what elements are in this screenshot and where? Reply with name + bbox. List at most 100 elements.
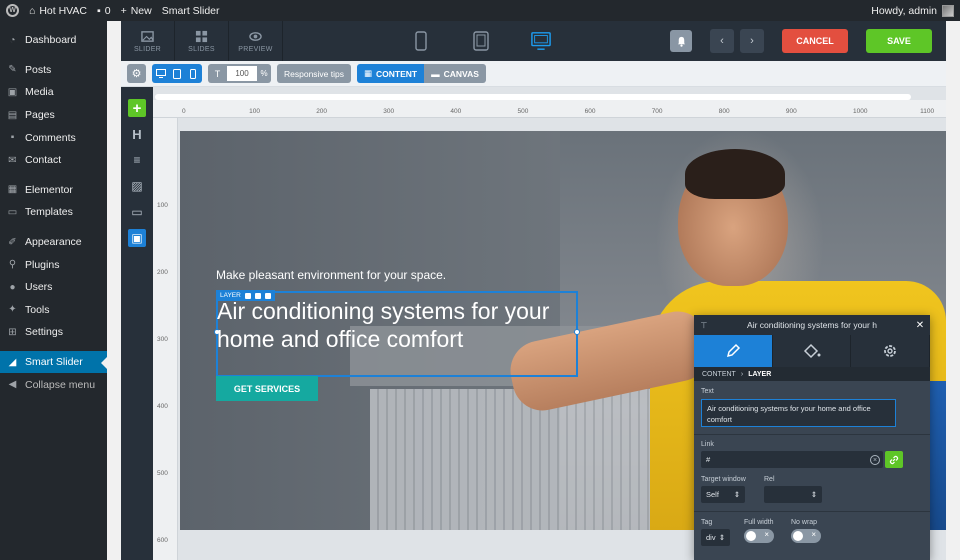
link-field-label: Link: [701, 441, 714, 448]
sidebar-item-templates[interactable]: ▭ Templates: [0, 201, 107, 224]
ruler-tick-label: 600: [157, 537, 168, 544]
sidebar-collapse-menu[interactable]: ◀ Collapse menu: [0, 373, 107, 396]
slides-tool-button[interactable]: SLIDES: [175, 21, 229, 61]
add-layer-button[interactable]: +: [128, 99, 146, 117]
zoom-control: T 100 %: [208, 64, 271, 83]
notifications-button[interactable]: [670, 30, 692, 52]
sidebar-item-elementor[interactable]: ▦ Elementor: [0, 179, 107, 202]
sidebar-item-smart-slider[interactable]: ◢ Smart Slider: [0, 350, 107, 374]
tab-content[interactable]: [694, 335, 773, 367]
no-wrap-toggle[interactable]: ×: [791, 529, 821, 543]
cancel-button[interactable]: CANCEL: [782, 29, 848, 53]
next-slide-button[interactable]: ›: [740, 29, 764, 53]
desktop-icon: [531, 32, 551, 50]
canvas-mode-button[interactable]: ▬ CANVAS: [424, 64, 486, 83]
site-name-link[interactable]: ⌂ Hot HVAC: [29, 0, 87, 21]
slide-heading[interactable]: Air conditioning systems for your home a…: [217, 297, 577, 353]
wp-admin-bar: W ⌂ Hot HVAC ▪ 0 + New Smart Slider Howd…: [0, 0, 960, 21]
ruler-tick-label: 800: [718, 108, 730, 115]
sidebar-item-tools[interactable]: ✦ Tools: [0, 299, 107, 322]
preview-mobile-button[interactable]: [188, 68, 198, 80]
breadcrumb: CONTENT › LAYER: [694, 367, 930, 381]
rel-label: Rel: [764, 476, 775, 483]
get-services-button[interactable]: GET SERVICES: [216, 376, 318, 401]
clear-icon[interactable]: ×: [870, 455, 880, 465]
slide-subtitle[interactable]: Make pleasant environment for your space…: [216, 268, 446, 282]
chevron-right-icon: ›: [740, 370, 744, 378]
tab-style[interactable]: [772, 335, 852, 367]
sidebar-item-comments[interactable]: ▪ Comments: [0, 126, 107, 149]
media-icon: ▣: [7, 86, 18, 98]
sidebar-item-settings[interactable]: ⊞ Settings: [0, 321, 107, 344]
desktop-icon: [156, 69, 166, 78]
gear-icon: [884, 345, 897, 357]
sidebar-item-pages[interactable]: ▤ Pages: [0, 104, 107, 127]
content-mode-button[interactable]: ▦ CONTENT: [357, 64, 425, 83]
sidebar-item-appearance[interactable]: ✐ Appearance: [0, 231, 107, 254]
ruler-tick-label: 600: [584, 108, 596, 115]
full-width-toggle[interactable]: ×: [744, 529, 774, 543]
device-mobile-button[interactable]: [411, 30, 431, 52]
tablet-icon: [473, 31, 489, 51]
preview-tool-button[interactable]: PREVIEW: [229, 21, 283, 61]
preview-tablet-button[interactable]: [172, 68, 182, 80]
ruler-tick-label: 200: [157, 269, 168, 276]
device-tablet-button[interactable]: [471, 30, 491, 52]
comments-link[interactable]: ▪ 0: [97, 0, 111, 21]
add-heading-button[interactable]: H: [128, 125, 146, 143]
ruler-tick-label: 0: [182, 108, 186, 115]
x-icon: ×: [764, 530, 769, 539]
previous-slide-button[interactable]: ‹: [710, 29, 734, 53]
slider-icon: ◢: [8, 356, 17, 368]
paint-bucket-icon: [803, 343, 820, 359]
sidebar-item-media[interactable]: ▣ Media: [0, 81, 107, 104]
text-textarea[interactable]: Air conditioning systems for your home a…: [701, 399, 896, 427]
editor-sub-toolbar: ⚙ T 100 % Responsive tips ▦ CONTENT ▬ CA…: [121, 61, 946, 87]
sidebar-item-contact[interactable]: ✉ Contact: [0, 149, 107, 172]
close-icon[interactable]: ✕: [910, 320, 930, 331]
button-icon: ▭: [131, 205, 143, 219]
mobile-icon: [190, 68, 196, 79]
add-layer-toolbar: + H ≡ ▨ ▭ ▣: [121, 87, 153, 560]
layers-structure-button[interactable]: ▣: [128, 229, 146, 247]
link-picker-button[interactable]: [885, 451, 903, 468]
preview-desktop-button[interactable]: [156, 68, 166, 80]
zoom-input[interactable]: 100: [227, 66, 257, 81]
chevron-left-icon: ‹: [720, 35, 724, 47]
image-icon: [141, 30, 154, 42]
sidebar-item-plugins[interactable]: ⚲ Plugins: [0, 253, 107, 276]
wordpress-logo-icon[interactable]: W: [6, 4, 19, 17]
add-button-layer-button[interactable]: ▭: [128, 203, 146, 221]
tag-select[interactable]: div ⇕: [701, 529, 730, 546]
slider-tool-button[interactable]: SLIDER: [121, 21, 175, 61]
add-image-button[interactable]: ▨: [128, 177, 146, 195]
tab-settings[interactable]: [851, 335, 931, 367]
new-content-link[interactable]: + New: [121, 0, 152, 21]
ruler-tick-label: 100: [249, 108, 260, 115]
ruler-tick-label: 100: [157, 202, 168, 209]
rel-select[interactable]: ⇕: [764, 486, 822, 503]
account-menu[interactable]: Howdy, admin: [871, 4, 954, 17]
add-text-button[interactable]: ≡: [128, 151, 146, 169]
target-window-select[interactable]: Self ⇕: [701, 486, 745, 503]
pages-icon: ▤: [7, 109, 18, 121]
sidebar-item-dashboard[interactable]: ◔ Dashboard: [0, 29, 107, 52]
sidebar-item-posts[interactable]: ✎ Posts: [0, 59, 107, 82]
responsive-tips-button[interactable]: Responsive tips: [277, 64, 352, 83]
smart-slider-link[interactable]: Smart Slider: [162, 0, 220, 21]
editor-actions: ‹ › CANCEL SAVE: [670, 29, 932, 53]
link-input[interactable]: #: [701, 451, 883, 468]
ruler-tick-label: 1100: [920, 108, 935, 115]
sidebar-item-users[interactable]: ● Users: [0, 276, 107, 299]
ruler-tick-label: 500: [517, 108, 529, 115]
panel-header[interactable]: ⊤ Air conditioning systems for your h ✕: [694, 315, 930, 335]
device-desktop-button[interactable]: [531, 30, 551, 52]
save-button[interactable]: SAVE: [866, 29, 932, 53]
canvas-icon: ▬: [431, 68, 440, 79]
drag-handle-icon[interactable]: ⊤: [694, 321, 714, 330]
device-switcher: [411, 21, 551, 61]
preview-device-group: [152, 64, 202, 83]
ruler-tick-label: 400: [450, 108, 462, 115]
font-size-icon: T: [214, 68, 221, 79]
editor-settings-button[interactable]: ⚙: [127, 64, 146, 83]
